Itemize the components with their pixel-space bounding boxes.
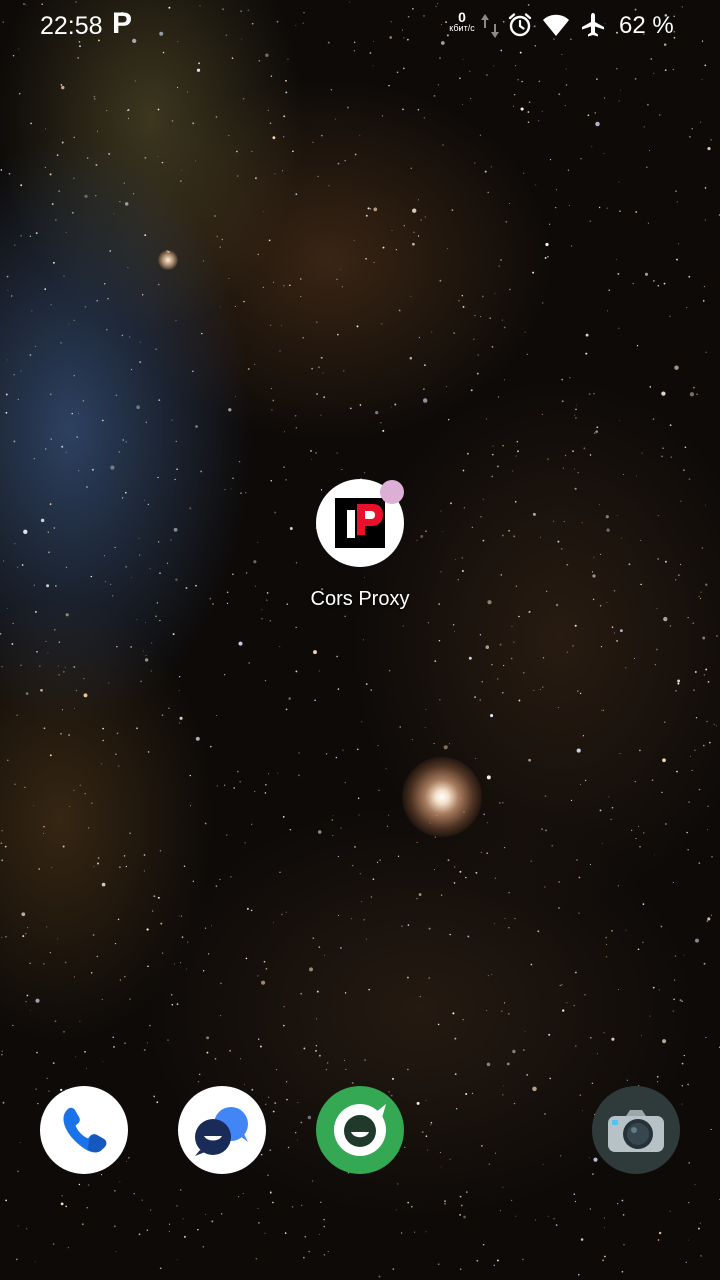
cors-proxy-logo-icon	[335, 498, 385, 548]
parking-notification-icon: P	[112, 7, 133, 40]
airplane-icon	[582, 13, 604, 37]
camera-icon	[608, 1110, 664, 1152]
battery-level: 62 %	[619, 12, 674, 39]
data-arrows-icon	[481, 14, 499, 38]
home-screen: 22:58 P 0 кбит/с 62 % Cors Proxy	[0, 0, 720, 1280]
network-speed-unit: кбит/с	[449, 23, 475, 33]
phone-icon	[63, 1107, 107, 1153]
alarm-icon	[508, 13, 532, 37]
notification-badge	[380, 480, 404, 504]
dock-messages-button[interactable]	[178, 1086, 266, 1174]
status-time: 22:58	[40, 12, 103, 40]
chat-app-icon	[334, 1104, 386, 1156]
wifi-icon	[543, 14, 569, 36]
app-label-cors-proxy[interactable]: Cors Proxy	[260, 586, 460, 612]
messages-icon	[195, 1107, 248, 1156]
wallpaper-bright-star	[402, 757, 482, 837]
dock-camera-button[interactable]	[592, 1086, 680, 1174]
dock-chat-button[interactable]	[316, 1086, 404, 1174]
network-speed-value: 0	[458, 9, 466, 25]
dock-phone-button[interactable]	[40, 1086, 128, 1174]
wallpaper-small-star	[158, 250, 178, 270]
status-bar[interactable]: 22:58 P 0 кбит/с 62 %	[0, 0, 720, 52]
network-speed: 0 кбит/с	[442, 9, 482, 34]
